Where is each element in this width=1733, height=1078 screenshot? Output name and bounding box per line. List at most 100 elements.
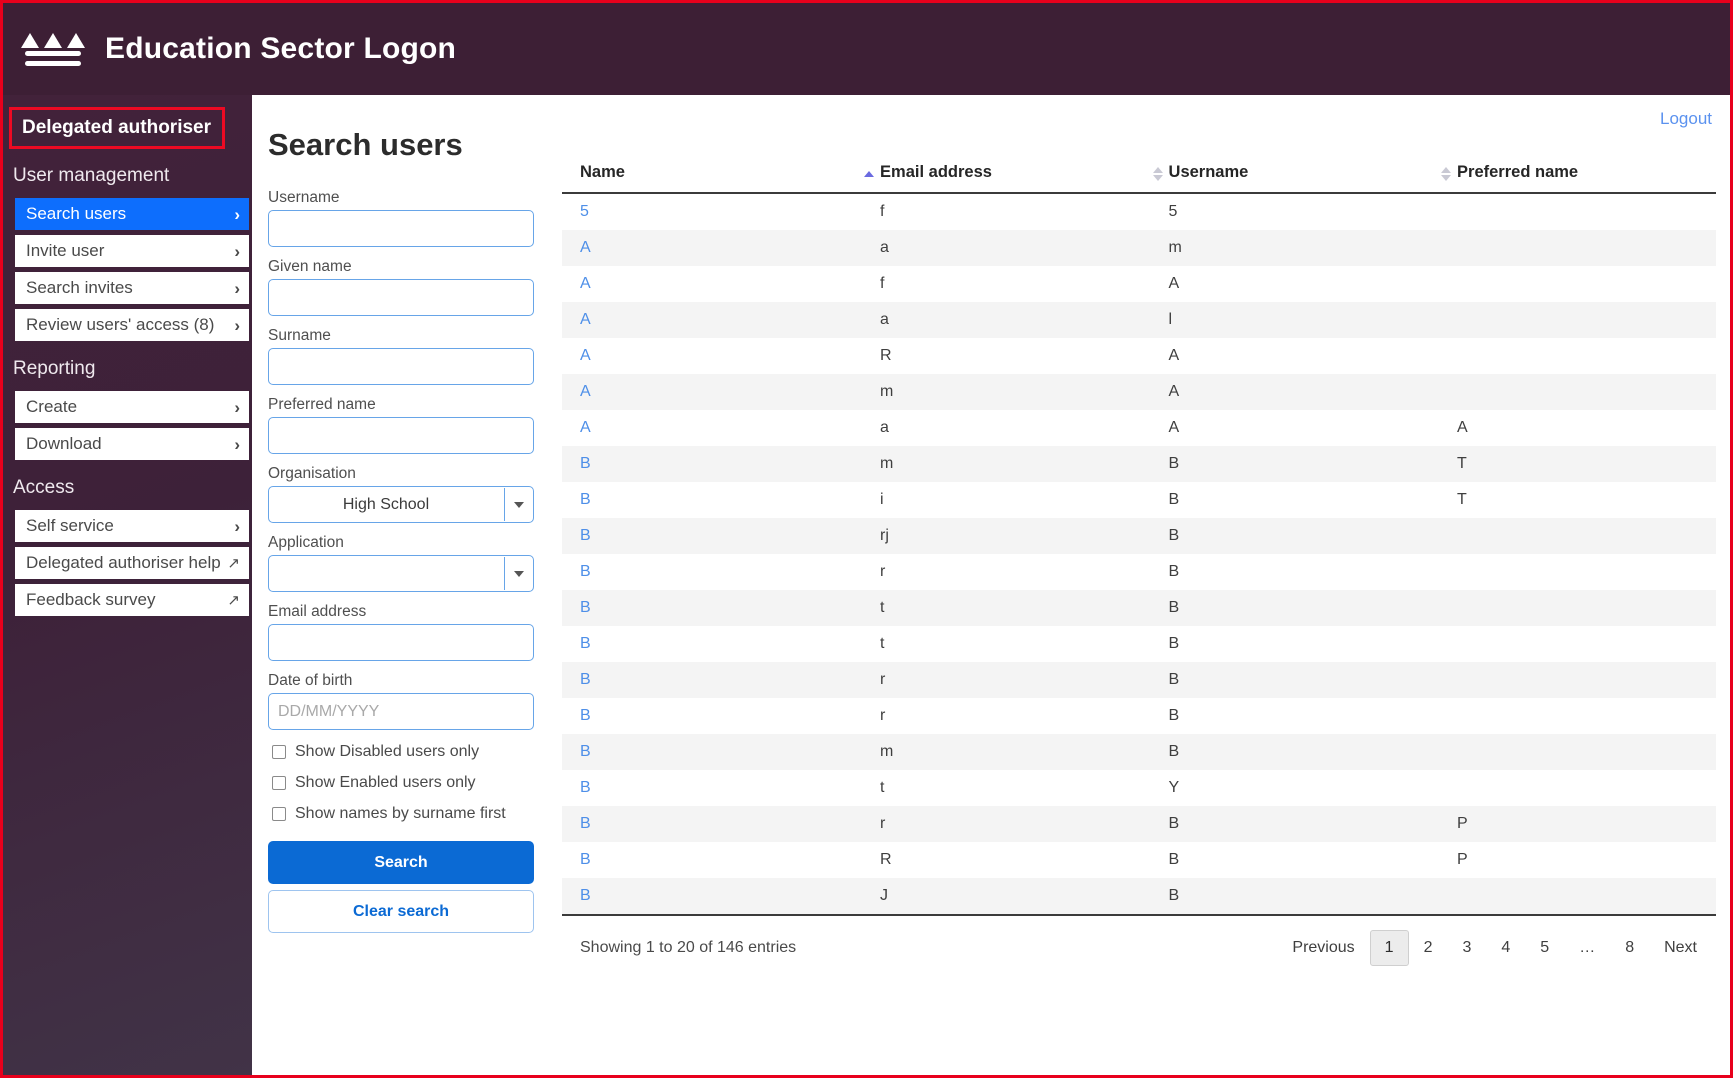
user-link[interactable]: B [580, 887, 591, 904]
table-row[interactable]: Af A [562, 266, 1716, 302]
user-link[interactable]: B [580, 743, 591, 760]
checkbox-icon[interactable] [272, 807, 286, 821]
user-link[interactable]: A [580, 311, 591, 328]
user-link[interactable]: B [580, 455, 591, 472]
table-row[interactable]: Br B [562, 698, 1716, 734]
user-link[interactable]: B [580, 599, 591, 616]
table-row[interactable]: BJB [562, 878, 1716, 914]
sidebar-item-search-invites[interactable]: Search invites › [15, 272, 249, 304]
cell-preferred-name [1439, 518, 1716, 554]
pagination-page-3[interactable]: 3 [1447, 930, 1486, 966]
chevron-right-icon: › [234, 516, 240, 536]
table-row[interactable]: Brj B [562, 518, 1716, 554]
cell-email-address: R [880, 851, 892, 868]
table-row[interactable]: Bm B [562, 734, 1716, 770]
user-link[interactable]: B [580, 527, 591, 544]
pagination-previous[interactable]: Previous [1277, 930, 1369, 966]
pagination-page-1[interactable]: 1 [1369, 930, 1409, 966]
date-of-birth-input[interactable] [268, 693, 534, 730]
user-link[interactable]: A [580, 419, 591, 436]
checkbox-show-disabled-users[interactable]: Show Disabled users only [272, 743, 534, 761]
sidebar-item-download[interactable]: Download › [15, 428, 249, 460]
table-row[interactable]: Bt B [562, 626, 1716, 662]
checkbox-show-enabled-users[interactable]: Show Enabled users only [272, 774, 534, 792]
given-name-input[interactable] [268, 279, 534, 316]
cell-email-address: t [880, 779, 885, 796]
cell-preferred-name: P [1457, 815, 1468, 832]
user-link[interactable]: B [580, 491, 591, 508]
user-link[interactable]: B [580, 635, 591, 652]
user-link[interactable]: A [580, 347, 591, 364]
table-row[interactable]: Bt B [562, 590, 1716, 626]
cell-email-address: r [880, 563, 886, 580]
preferred-name-input[interactable] [268, 417, 534, 454]
sidebar-item-create[interactable]: Create › [15, 391, 249, 423]
logout-link[interactable]: Logout [1660, 109, 1712, 129]
organisation-select[interactable]: High School [268, 486, 534, 523]
organisation-select-value: High School [342, 495, 430, 513]
column-header-preferred-name[interactable]: Preferred name [1439, 155, 1716, 194]
user-link[interactable]: 5 [580, 203, 589, 220]
surname-input[interactable] [268, 348, 534, 385]
user-link[interactable]: B [580, 851, 591, 868]
cell-username: B [1168, 851, 1180, 868]
table-row[interactable]: Br B [562, 554, 1716, 590]
table-row[interactable]: Aa m [562, 230, 1716, 266]
table-row[interactable]: Bi B T [562, 482, 1716, 518]
application-select[interactable] [268, 555, 534, 592]
table-row[interactable]: ARA [562, 338, 1716, 374]
search-button[interactable]: Search [268, 841, 534, 884]
table-row[interactable]: Aa l [562, 302, 1716, 338]
pagination-next[interactable]: Next [1649, 930, 1712, 966]
table-row[interactable]: Am A [562, 374, 1716, 410]
username-input[interactable] [268, 210, 534, 247]
pagination-page-2[interactable]: 2 [1409, 930, 1448, 966]
cell-preferred-name [1439, 662, 1716, 698]
clear-search-button[interactable]: Clear search [268, 890, 534, 933]
table-row[interactable]: Bm B T [562, 446, 1716, 482]
checkbox-icon[interactable] [272, 745, 286, 759]
user-link[interactable]: B [580, 779, 591, 796]
user-link[interactable]: A [580, 383, 591, 400]
sidebar-group-access: Access [13, 477, 75, 498]
chevron-down-icon[interactable] [504, 557, 532, 590]
user-link[interactable]: A [580, 239, 591, 256]
email-address-input[interactable] [268, 624, 534, 661]
mountains-waves-icon [21, 24, 85, 74]
pagination-page-8[interactable]: 8 [1610, 930, 1649, 966]
sidebar-item-delegated-authoriser-help[interactable]: Delegated authoriser help ↗ [15, 547, 249, 579]
user-link[interactable]: B [580, 563, 591, 580]
pagination-page-5[interactable]: 5 [1525, 930, 1564, 966]
cell-name: A [562, 410, 862, 446]
user-link[interactable]: B [580, 707, 591, 724]
column-header-username[interactable]: Username [1150, 155, 1440, 194]
cell-username: A [1168, 275, 1180, 292]
sidebar-item-feedback-survey[interactable]: Feedback survey ↗ [15, 584, 249, 616]
user-link[interactable]: B [580, 671, 591, 688]
column-header-email-address[interactable]: Email address [862, 155, 1151, 194]
table-row[interactable]: Aa A A [562, 410, 1716, 446]
cell-username: B [1168, 635, 1180, 652]
users-table-header-row: Name Email address Username Preferred na… [562, 155, 1716, 194]
user-link[interactable]: B [580, 815, 591, 832]
pagination-page-4[interactable]: 4 [1486, 930, 1525, 966]
cell-preferred-name [1439, 374, 1716, 410]
table-row[interactable]: Br B P [562, 806, 1716, 842]
sidebar-item-search-users[interactable]: Search users › [15, 198, 249, 230]
column-header-name[interactable]: Name [562, 155, 863, 194]
checkbox-icon[interactable] [272, 776, 286, 790]
app-window: Education Sector Logon Delegated authori… [0, 0, 1733, 1078]
user-link[interactable]: A [580, 275, 591, 292]
cell-name: B [562, 626, 862, 662]
cell-name: A [562, 302, 862, 338]
table-row[interactable]: BRBP [562, 842, 1716, 878]
checkbox-show-names-surname-first[interactable]: Show names by surname first [272, 805, 534, 823]
table-row[interactable]: Br B [562, 662, 1716, 698]
cell-name: B [562, 554, 862, 590]
table-row[interactable]: Bt Y [562, 770, 1716, 806]
table-row[interactable]: 5 f 5 [562, 193, 1716, 230]
sidebar-item-invite-user[interactable]: Invite user › [15, 235, 249, 267]
chevron-down-icon[interactable] [504, 488, 532, 521]
sidebar-item-self-service[interactable]: Self service › [15, 510, 249, 542]
sidebar-item-review-users-access[interactable]: Review users' access (8) › [15, 309, 249, 341]
